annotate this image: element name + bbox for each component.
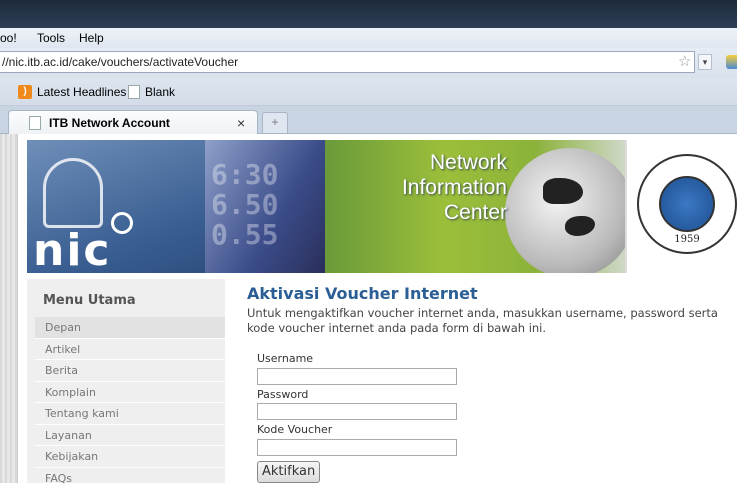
menu-item-help[interactable]: Help [79,31,104,45]
username-label: Username [257,352,497,366]
window-titlebar [0,0,737,28]
tab-itb-network-account[interactable]: ITB Network Account × [8,110,258,135]
banner-digits: 6:30 6.50 0.55 [211,160,278,250]
sidebar-item-depan[interactable]: Depan [35,317,225,339]
tab-strip: ITB Network Account × + [0,106,737,134]
password-label: Password [257,388,497,402]
rss-feed-icon: ) [18,85,32,99]
banner-title: Network Information Center [357,150,507,225]
intro-text: Untuk mengaktifkan voucher internet anda… [247,306,727,336]
sidebar-menu-list: Depan Artikel Berita Komplain Tentang ka… [35,317,225,489]
itb-seal-logo: 1959 [637,154,737,254]
navigation-toolbar: //nic.itb.ac.id/cake/vouchers/activateVo… [0,48,737,78]
sidebar-title: Menu Utama [43,293,136,308]
bookmark-label: Latest Headlines [37,85,126,99]
page-icon [128,85,140,99]
sidebar-item-tentang-kami[interactable]: Tentang kami [35,403,225,425]
main-content: Aktivasi Voucher Internet Untuk mengakti… [247,284,737,336]
close-tab-icon[interactable]: × [237,115,245,131]
sidebar-item-kebijakan[interactable]: Kebijakan [35,446,225,468]
new-tab-button[interactable]: + [262,112,288,133]
bookmark-blank[interactable]: Blank [128,85,175,99]
page-viewport: nic 6:30 6.50 0.55 Network Information C… [0,134,737,483]
banner-hand-image: 6:30 6.50 0.55 [205,140,325,273]
menu-bar: oo! Tools Help [0,28,737,48]
bookmark-star-icon[interactable]: ☆ [678,52,691,70]
site-banner: nic 6:30 6.50 0.55 Network Information C… [27,140,737,273]
itb-seal-panel: 1959 [625,140,737,273]
nic-logo: nic [27,225,205,273]
seal-emblem-icon [659,176,715,232]
password-input[interactable] [257,403,457,420]
seal-year: 1959 [639,234,735,245]
menu-item-yahoo[interactable]: oo! [0,31,17,45]
sidebar-item-layanan[interactable]: Layanan [35,425,225,447]
page-title: Aktivasi Voucher Internet [247,284,737,303]
voucher-input[interactable] [257,439,457,456]
menu-item-tools[interactable]: Tools [37,31,65,45]
search-engine-icon[interactable] [726,55,737,69]
username-input[interactable] [257,368,457,385]
bookmark-label: Blank [145,85,175,99]
activate-button[interactable]: Aktifkan [257,461,320,483]
history-dropdown-icon[interactable]: ▾ [698,54,712,70]
nic-logo-panel: nic [27,140,205,273]
tab-title: ITB Network Account [49,116,170,130]
page-icon [29,116,41,130]
background-pattern [0,134,17,483]
web-page: nic 6:30 6.50 0.55 Network Information C… [17,134,737,483]
sidebar-menu: Menu Utama Depan Artikel Berita Komplain… [27,279,225,483]
sidebar-item-artikel[interactable]: Artikel [35,339,225,361]
bookmark-latest-headlines[interactable]: ) Latest Headlines [18,85,126,99]
voucher-form: Username Password Kode Voucher Aktifkan [257,352,497,483]
bookmarks-toolbar: ) Latest Headlines Blank [0,78,737,106]
sidebar-item-komplain[interactable]: Komplain [35,382,225,404]
sidebar-item-berita[interactable]: Berita [35,360,225,382]
globe-image [505,148,635,273]
address-bar[interactable]: //nic.itb.ac.id/cake/vouchers/activateVo… [0,51,695,73]
sidebar-item-faqs[interactable]: FAQs [35,468,225,489]
ganesha-figure-icon [43,158,103,228]
voucher-label: Kode Voucher [257,423,497,437]
